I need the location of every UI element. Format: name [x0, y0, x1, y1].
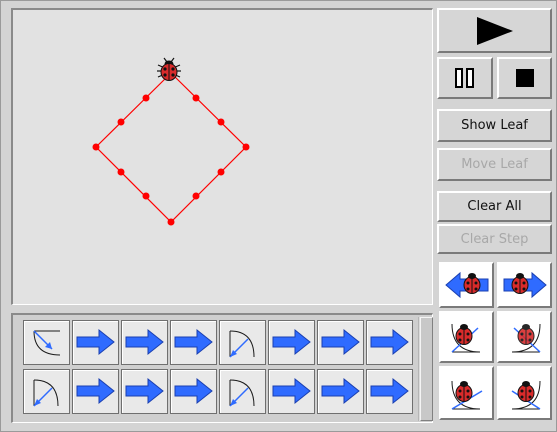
stop-icon [515, 69, 534, 87]
clear-step-button[interactable]: Clear Step [437, 224, 552, 254]
forward-arrow-icon [370, 377, 409, 405]
program-step-turn-right[interactable] [219, 369, 266, 414]
ladybug-move-forward-icon [503, 271, 547, 299]
forward-arrow-icon [272, 328, 311, 356]
program-step-forward[interactable] [121, 320, 168, 365]
program-step-turn-right[interactable] [219, 320, 266, 365]
turn-right-icon [33, 379, 59, 407]
turn-left-large-button[interactable] [439, 366, 494, 420]
program-step-forward[interactable] [121, 369, 168, 414]
forward-arrow-icon [76, 328, 115, 356]
forward-arrow-icon [321, 328, 360, 356]
play-icon [476, 16, 513, 45]
forward-arrow-icon [174, 328, 213, 356]
ladybug-turn-left-large-icon [451, 380, 482, 410]
program-step-forward[interactable] [317, 369, 364, 414]
pause-icon [455, 68, 474, 88]
program-step-forward[interactable] [268, 320, 315, 365]
pause-button[interactable] [437, 57, 493, 99]
move-back-button[interactable] [439, 262, 494, 308]
program-step-forward[interactable] [170, 369, 217, 414]
program-step-forward[interactable] [268, 369, 315, 414]
ladybug-move-back-icon [444, 271, 488, 299]
program-step-turn-left[interactable] [23, 320, 70, 365]
stop-button[interactable] [497, 57, 552, 99]
path-points [92, 94, 250, 226]
show-leaf-button[interactable]: Show Leaf [437, 109, 552, 142]
forward-arrow-icon [76, 377, 115, 405]
path-lines [95, 72, 247, 223]
turn-right-icon [229, 330, 255, 358]
program-step-forward[interactable] [72, 369, 119, 414]
turn-left-small-button[interactable] [439, 311, 494, 363]
program-step-forward[interactable] [366, 320, 413, 365]
clear-all-button[interactable]: Clear All [437, 191, 552, 222]
forward-arrow-icon [125, 377, 164, 405]
turn-right-small-button[interactable] [497, 311, 552, 363]
play-button[interactable] [437, 8, 552, 53]
move-leaf-button[interactable]: Move Leaf [437, 148, 552, 181]
drawing-canvas[interactable] [11, 8, 433, 305]
forward-arrow-icon [125, 328, 164, 356]
turn-left-icon [33, 330, 61, 356]
forward-arrow-icon [370, 328, 409, 356]
program-scrollbar-thumb[interactable] [420, 317, 433, 421]
program-strip [11, 313, 433, 423]
program-step-forward[interactable] [317, 320, 364, 365]
ladybug-turn-right-large-icon [511, 380, 540, 410]
program-step-forward[interactable] [170, 320, 217, 365]
program-step-forward[interactable] [366, 369, 413, 414]
forward-arrow-icon [321, 377, 360, 405]
ladybug-icon[interactable] [157, 57, 181, 81]
ladybug-turn-right-small-icon [511, 323, 541, 353]
move-forward-button[interactable] [497, 262, 552, 308]
forward-arrow-icon [174, 377, 213, 405]
program-scrollbar[interactable] [418, 317, 433, 421]
forward-arrow-icon [272, 377, 311, 405]
program-step-forward[interactable] [72, 320, 119, 365]
program-step-turn-right[interactable] [23, 369, 70, 414]
ladybug-path-drawing [92, 57, 250, 226]
turn-right-large-button[interactable] [497, 366, 552, 420]
ladybug-turn-left-small-icon [450, 323, 480, 353]
turn-right-icon [229, 379, 255, 407]
